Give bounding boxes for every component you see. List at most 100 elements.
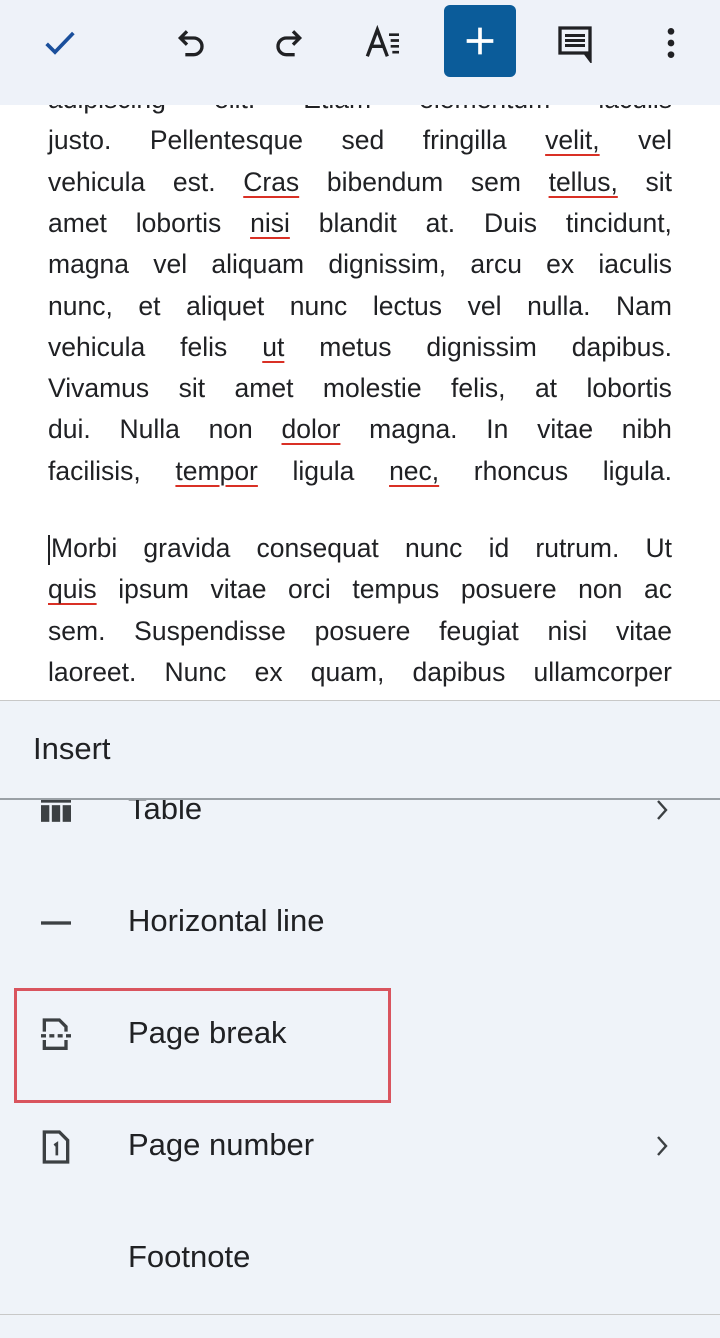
insert-menu-list[interactable]: Table Horizontal line Page break Page numbe…	[0, 800, 720, 1315]
word: ligula	[292, 455, 355, 486]
page-number-icon	[36, 1127, 76, 1167]
misspelled-word[interactable]: dolor	[282, 412, 341, 446]
menu-item-page-number[interactable]: Page number	[0, 1091, 720, 1203]
word: felis	[180, 331, 228, 362]
word: posuere	[314, 615, 411, 646]
word: lobortis	[586, 373, 672, 404]
misspelled-word[interactable]: Cras	[243, 165, 299, 199]
word: dapibus.	[571, 331, 672, 362]
word: ullamcorper	[533, 656, 672, 687]
word: vehicula	[48, 166, 146, 197]
comment-button[interactable]	[540, 10, 610, 76]
plus-icon	[466, 27, 494, 55]
misspelled-word[interactable]: quis	[48, 572, 97, 606]
text-cursor	[48, 535, 50, 565]
chevron-right-icon	[650, 1131, 674, 1161]
word: ligula.	[602, 455, 672, 486]
misspelled-word[interactable]: tempor	[175, 454, 257, 488]
word: nulla.	[527, 290, 591, 321]
undo-icon	[177, 30, 204, 57]
word: feugiat	[439, 615, 519, 646]
word: nunc	[289, 290, 348, 321]
text-line: nunc, et aliquet nunc lectus vel nulla. Nam	[48, 289, 672, 323]
word: orci	[288, 574, 331, 605]
redo-button[interactable]	[253, 10, 323, 76]
done-button[interactable]	[25, 10, 95, 76]
chevron-right-icon	[650, 800, 674, 825]
word: non	[208, 414, 253, 445]
table-icon	[36, 800, 76, 831]
word: dignissim	[426, 331, 537, 362]
word: sed	[341, 125, 385, 156]
menu-item-page-break[interactable]: Page break	[0, 979, 720, 1091]
word: quam,	[310, 656, 385, 687]
word: Suspendisse	[134, 615, 286, 646]
text-line: quis ipsum vitae orci tempus posuere non ac	[48, 572, 672, 606]
text-line: Vivamus sit amet molestie felis, at lobortis	[48, 371, 672, 405]
text-format-icon	[365, 24, 399, 57]
word: bibendum	[326, 166, 444, 197]
word: magna	[48, 249, 130, 280]
menu-item-horizontal-line[interactable]: Horizontal line	[0, 867, 720, 979]
misspelled-word[interactable]: tellus,	[549, 165, 618, 199]
word: Ut	[645, 533, 672, 563]
misspelled-word[interactable]: nec,	[389, 454, 439, 488]
word: sem	[470, 166, 521, 197]
word: lobortis	[135, 207, 222, 238]
word: non	[578, 574, 623, 605]
word: Duis	[483, 207, 537, 238]
word: vel	[153, 249, 188, 280]
word: nunc	[404, 533, 463, 563]
word: blandit	[318, 207, 397, 238]
page-break-icon	[36, 1015, 76, 1055]
word: nunc,	[48, 290, 113, 321]
word: ex	[254, 656, 283, 687]
menu-item-footnote[interactable]: Footnote	[0, 1203, 720, 1315]
word: Morbi	[51, 533, 118, 563]
word: est.	[172, 166, 216, 197]
word: dapibus	[412, 656, 506, 687]
word: vitae	[615, 615, 672, 646]
redo-icon	[276, 30, 303, 57]
word: In	[486, 414, 509, 445]
misspelled-word[interactable]: ut	[262, 330, 284, 364]
word: arcu	[470, 249, 522, 280]
misspelled-word[interactable]: nisi	[250, 206, 290, 240]
word: ex	[546, 249, 575, 280]
word: justo.	[48, 125, 112, 156]
word: iaculis	[598, 249, 672, 280]
misspelled-word[interactable]: velit,	[545, 123, 600, 157]
word: nisi	[547, 615, 588, 646]
divider	[0, 1314, 720, 1315]
word: vehicula	[48, 331, 146, 362]
word: rhoncus	[473, 455, 569, 486]
text-line: magna vel aliquam dignissim, arcu ex iaculis	[48, 247, 672, 281]
word: posuere	[460, 574, 557, 605]
text-line: vehicula est. Cras bibendum sem tellus, sit	[48, 165, 672, 199]
text-line: sem. Suspendisse posuere feugiat nisi vitae	[48, 614, 672, 648]
word: ac	[643, 574, 672, 605]
menu-item-table[interactable]: Table	[0, 800, 720, 867]
menu-item-label: Page number	[128, 1127, 315, 1162]
menu-item-label: Horizontal line	[128, 903, 325, 938]
word: Vivamus	[48, 373, 150, 404]
insert-button[interactable]	[444, 5, 516, 77]
horizontal-line-icon	[36, 903, 76, 943]
word: metus	[319, 331, 392, 362]
word: laoreet.	[48, 656, 137, 687]
word: vel	[638, 125, 672, 156]
word: molestie	[322, 373, 422, 404]
word: aliquam	[211, 249, 305, 280]
word: vel	[467, 290, 502, 321]
menu-item-label: Table	[128, 800, 203, 826]
text-line: justo. Pellentesque sed fringilla velit, vel	[48, 123, 672, 157]
undo-button[interactable]	[157, 10, 227, 76]
word: vitae	[537, 414, 594, 445]
more-options-button[interactable]	[636, 10, 706, 76]
text-format-button[interactable]	[349, 10, 419, 76]
word: felis,	[451, 373, 506, 404]
check-icon	[45, 31, 75, 55]
document-body[interactable]: adipiscingelit.Etiamelementumiaculisjust…	[0, 80, 720, 700]
word: at	[534, 373, 558, 404]
word: magna.	[369, 414, 458, 445]
